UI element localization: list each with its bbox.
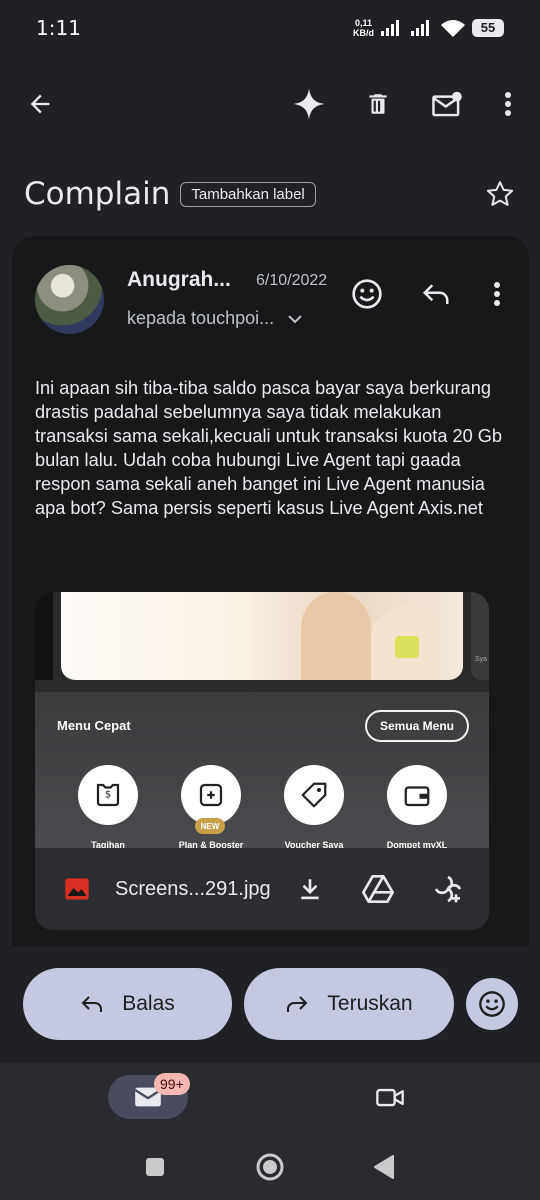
emoji-icon <box>479 991 505 1017</box>
react-emoji-button[interactable] <box>466 978 518 1030</box>
reply-icon-button[interactable] <box>414 272 458 316</box>
signal-icon <box>381 20 399 36</box>
video-camera-icon <box>376 1088 404 1107</box>
recipient-details-toggle[interactable]: kepada touchpoi... <box>127 308 302 329</box>
home-circle-icon <box>256 1153 284 1181</box>
download-icon <box>301 879 319 900</box>
message-body: Ini apaan sih tiba-tiba saldo pasca baya… <box>35 378 503 518</box>
voucher-icon <box>284 765 344 825</box>
add-label-chip[interactable]: Tambahkan label <box>180 181 316 207</box>
network-speed: 0,11 KB/d <box>353 18 374 38</box>
star-icon <box>486 181 514 206</box>
more-vertical-icon <box>505 92 511 116</box>
status-time: 1:11 <box>36 16 81 40</box>
image-file-icon <box>57 869 97 909</box>
photos-add-icon <box>434 875 462 903</box>
gemini-button[interactable] <box>285 76 333 132</box>
bill-icon: $ <box>78 765 138 825</box>
top-toolbar <box>0 76 540 132</box>
mail-unread-icon <box>432 91 462 117</box>
subject-row: Complain Tambahkan label <box>24 166 520 222</box>
trash-icon <box>369 94 387 114</box>
arrow-left-icon <box>30 94 50 114</box>
attachment-file-name: Screens...291.jpg <box>115 878 271 900</box>
svg-text:$: $ <box>105 790 111 801</box>
nav-meet-tab[interactable] <box>370 1079 410 1115</box>
chevron-down-icon <box>288 314 302 323</box>
square-icon <box>146 1158 164 1176</box>
add-to-photos-button[interactable] <box>428 869 468 909</box>
message-date: 6/10/2022 <box>256 272 328 289</box>
carousel-left-edge <box>35 592 53 680</box>
recipient-text: kepada touchpoi... <box>127 308 275 328</box>
reply-icon <box>81 996 103 1012</box>
promo-banner-image <box>61 592 463 680</box>
reply-icon <box>422 284 449 304</box>
wallet-icon <box>387 765 447 825</box>
forward-button[interactable]: Teruskan <box>244 968 454 1040</box>
network-speed-value: 0,11 <box>354 18 373 28</box>
message-more-button[interactable] <box>475 272 519 316</box>
battery-indicator: 55 <box>472 19 504 37</box>
recents-button[interactable] <box>135 1147 175 1187</box>
save-to-drive-button[interactable] <box>358 869 398 909</box>
triangle-back-icon <box>374 1155 394 1179</box>
forward-icon <box>287 996 308 1012</box>
delete-button[interactable] <box>354 76 402 132</box>
more-options-button[interactable] <box>484 76 532 132</box>
quick-menu-preview: Menu Cepat Semua Menu $ NEW Tagihan Plan… <box>35 692 489 850</box>
signal-2-icon <box>411 20 429 36</box>
quick-menu-title: Menu Cepat <box>57 718 131 733</box>
back-nav-button[interactable] <box>364 1147 404 1187</box>
drive-icon <box>362 875 394 903</box>
attachment-info-bar: Screens...291.jpg <box>35 848 489 930</box>
carousel-right-edge <box>471 592 489 680</box>
network-speed-unit: KB/d <box>353 28 374 38</box>
status-icons: 0,11 KB/d 55 <box>353 18 504 38</box>
carousel-side-text: Sya <box>475 656 488 663</box>
sparkle-icon <box>293 88 325 120</box>
back-button[interactable] <box>16 76 64 132</box>
sender-name[interactable]: Anugrah... <box>127 268 231 292</box>
wifi-icon <box>441 20 465 37</box>
star-button[interactable] <box>480 174 520 214</box>
new-badge: NEW <box>195 818 225 834</box>
message-actions: Balas Teruskan <box>0 968 540 1040</box>
bottom-navigation: 99+ <box>0 1063 540 1133</box>
add-reaction-button[interactable] <box>345 272 389 316</box>
emoji-icon <box>352 279 382 309</box>
reply-label: Balas <box>122 992 175 1015</box>
home-button[interactable] <box>250 1147 290 1187</box>
mail-count-badge: 99+ <box>154 1073 190 1095</box>
image-attachment[interactable]: Sya Menu Cepat Semua Menu $ NEW Tagihan … <box>35 592 489 930</box>
sender-avatar[interactable] <box>35 265 104 334</box>
forward-label: Teruskan <box>327 992 413 1015</box>
all-menu-button: Semua Menu <box>365 710 469 742</box>
download-button[interactable] <box>290 869 330 909</box>
email-subject: Complain <box>24 176 171 212</box>
reply-button[interactable]: Balas <box>23 968 232 1040</box>
system-navigation-bar <box>0 1133 540 1200</box>
plan-icon <box>181 765 241 825</box>
message-card: Anugrah... 6/10/2022 kepada touchpoi... … <box>12 236 529 946</box>
status-bar: 1:11 0,11 KB/d 55 <box>0 0 540 56</box>
mark-unread-button[interactable] <box>423 76 471 132</box>
more-vertical-icon <box>494 282 500 306</box>
